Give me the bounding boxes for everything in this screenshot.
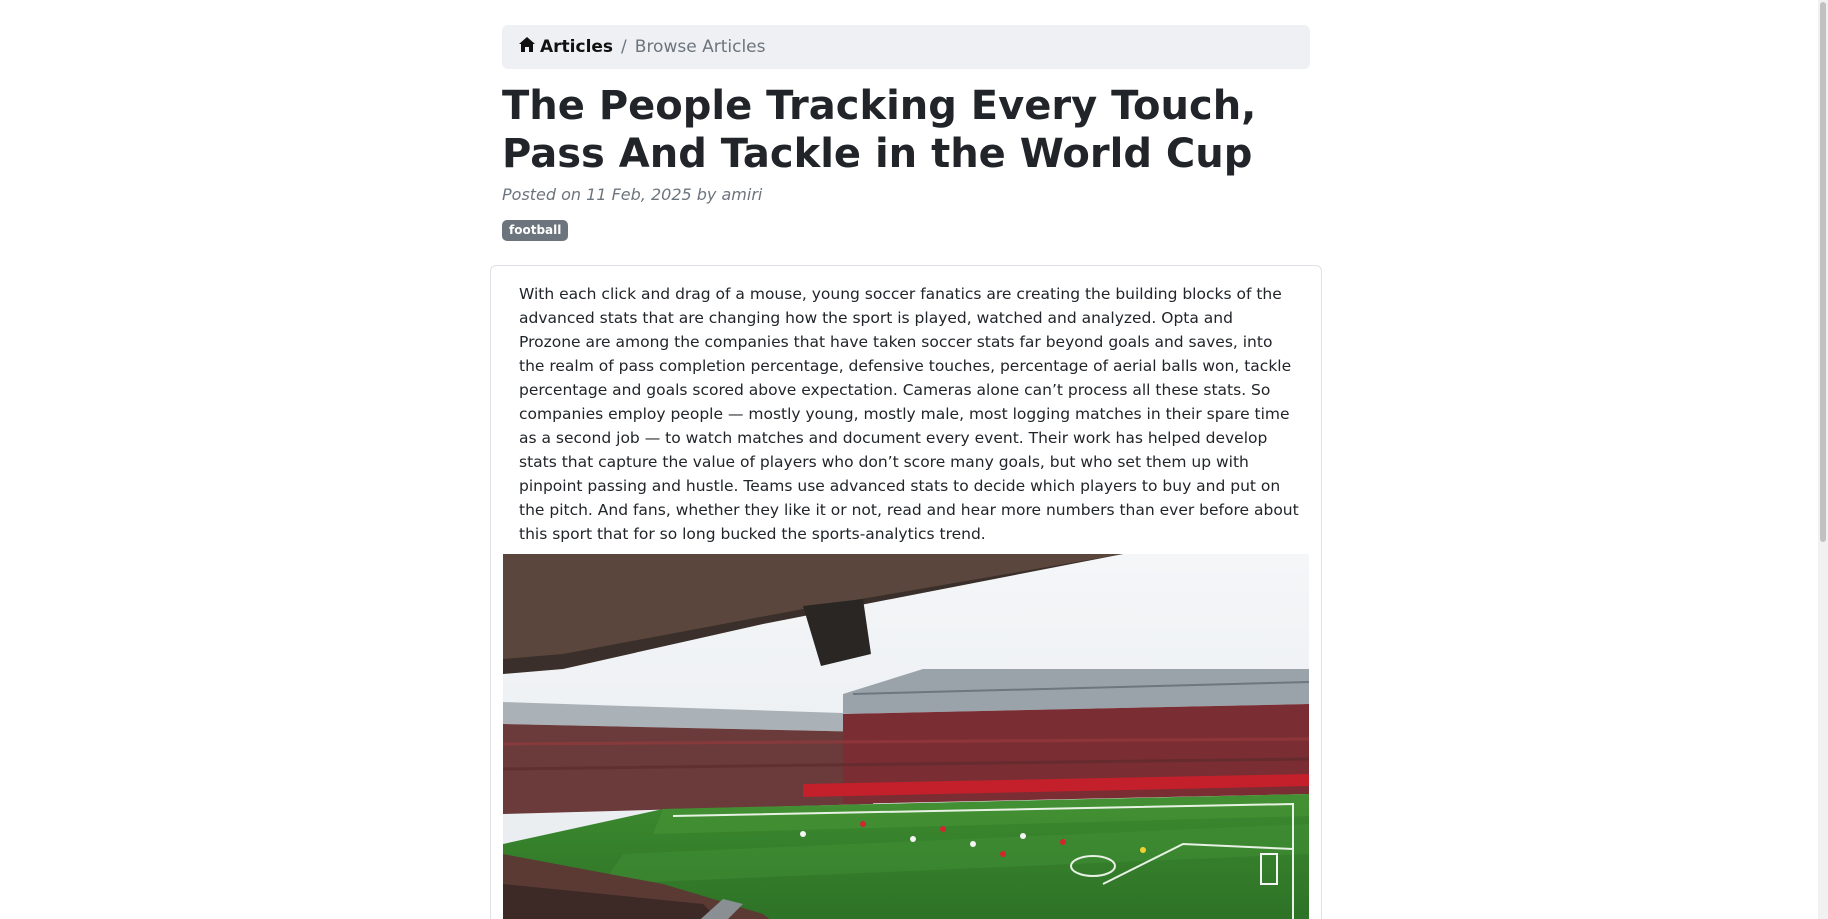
breadcrumb-current: Browse Articles <box>634 37 766 57</box>
article-title: The People Tracking Every Touch, Pass An… <box>502 83 1257 177</box>
breadcrumb-home-link[interactable]: Articles <box>518 36 613 58</box>
breadcrumb-separator: / <box>621 37 627 57</box>
article-card: With each click and drag of a mouse, you… <box>490 265 1322 919</box>
home-icon <box>518 36 536 58</box>
page: Articles / Browse Articles The People Tr… <box>0 0 1828 919</box>
article-meta: Posted on 11 Feb, 2025 by amiri <box>502 185 763 204</box>
breadcrumb: Articles / Browse Articles <box>502 25 1310 69</box>
scrollbar-thumb[interactable] <box>1820 2 1826 542</box>
page-scrollbar[interactable] <box>1818 0 1828 919</box>
breadcrumb-home-label: Articles <box>540 37 614 57</box>
article-body: With each click and drag of a mouse, you… <box>519 285 1299 543</box>
stadium-photo <box>503 554 1309 919</box>
tag-badge[interactable]: football <box>502 220 569 241</box>
